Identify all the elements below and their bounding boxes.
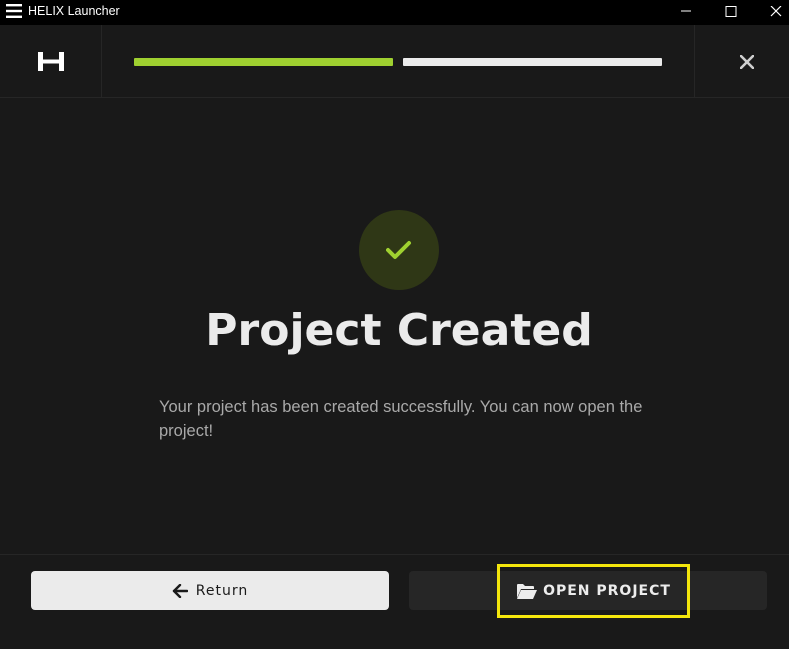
page-title: Project Created (205, 305, 593, 356)
close-window-button[interactable] (753, 0, 789, 25)
open-project-button[interactable]: OPEN PROJECT (497, 564, 690, 618)
folder-open-icon (517, 583, 538, 599)
success-message: Your project has been created successful… (159, 398, 643, 440)
helix-logo (0, 25, 102, 97)
minimize-icon (681, 10, 691, 12)
maximize-button[interactable] (708, 0, 754, 25)
close-wizard-button[interactable] (694, 25, 789, 97)
close-x-icon (740, 55, 754, 69)
hamburger-icon[interactable] (6, 3, 22, 19)
helix-logo-icon (38, 52, 64, 71)
wizard-header (0, 25, 789, 98)
return-button[interactable]: Return (31, 571, 389, 610)
minimize-button[interactable] (663, 0, 709, 25)
window-titlebar: HELIX Launcher (0, 0, 789, 25)
arrow-left-icon (172, 583, 188, 598)
window-title: HELIX Launcher (28, 4, 120, 18)
close-icon (770, 6, 782, 17)
progress-step-2 (403, 58, 662, 66)
return-button-label: Return (195, 582, 249, 599)
success-badge (359, 210, 439, 290)
progress-step-1 (134, 58, 393, 66)
footer-divider (0, 554, 789, 555)
maximize-icon (725, 6, 737, 17)
checkmark-icon (386, 241, 411, 259)
open-project-button-label: OPEN PROJECT (543, 583, 671, 599)
